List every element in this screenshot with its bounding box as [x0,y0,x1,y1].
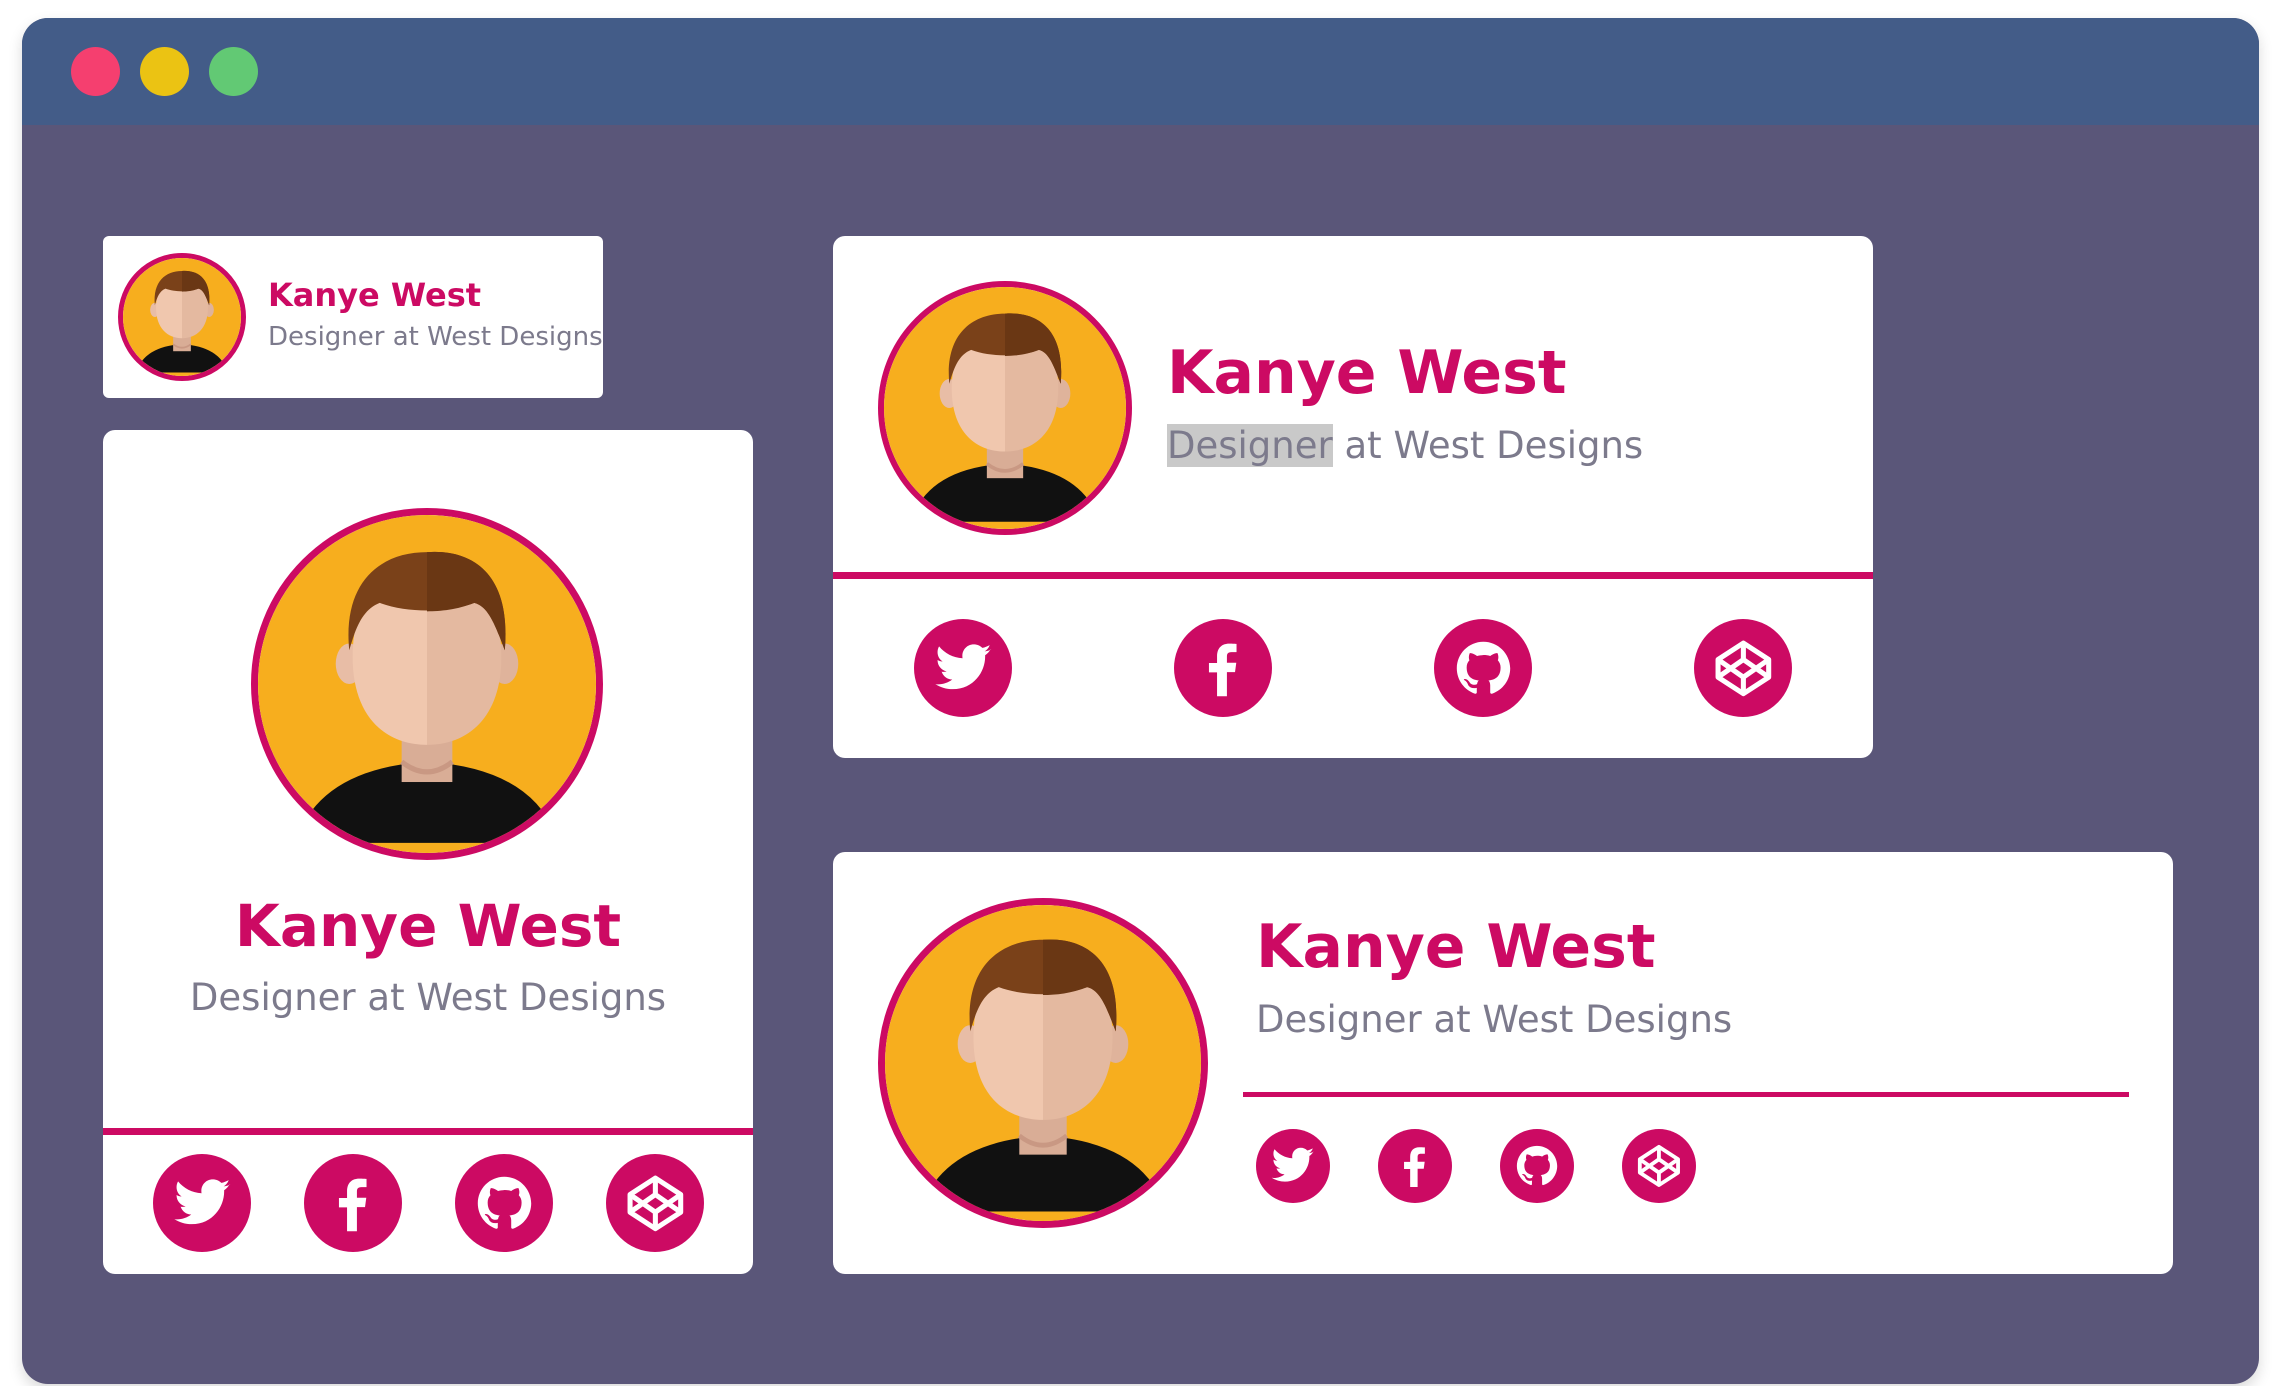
profile-name: Kanye West [268,276,482,314]
avatar-icon [123,258,241,376]
twitter-icon [1270,1143,1316,1189]
profile-card-small: Kanye West Designer at West Designs [103,236,603,398]
profile-role: Designer at West Designs [189,976,667,1019]
profile-name: Kanye West [1167,338,1567,408]
divider [833,572,1873,579]
divider [1243,1092,2129,1097]
twitter-link[interactable] [914,619,1012,717]
minimize-button[interactable] [140,47,189,96]
twitter-icon [172,1173,233,1234]
github-icon [1514,1143,1560,1189]
twitter-link[interactable] [153,1154,251,1252]
profile-role: Designer at West Designs [1167,424,1643,467]
facebook-icon [1193,638,1254,699]
codepen-icon [1713,638,1774,699]
profile-role: Designer at West Designs [268,322,603,352]
selected-text[interactable]: Designer [1167,424,1333,467]
facebook-link[interactable] [1174,619,1272,717]
profile-role: Designer at West Designs [1256,998,1733,1041]
avatar-icon [885,905,1201,1221]
codepen-link[interactable] [1694,619,1792,717]
facebook-link[interactable] [1378,1129,1452,1203]
codepen-link[interactable] [1622,1129,1696,1203]
avatar [878,898,1208,1228]
codepen-icon [625,1173,686,1234]
maximize-button[interactable] [209,47,258,96]
divider [103,1128,753,1135]
github-link[interactable] [1434,619,1532,717]
twitter-link[interactable] [1256,1129,1330,1203]
github-icon [1453,638,1514,699]
profile-card-wide: Kanye West Designer at West Designs [833,852,2173,1274]
facebook-link[interactable] [304,1154,402,1252]
twitter-icon [933,638,994,699]
avatar-icon [884,287,1126,529]
title-bar [22,18,2259,125]
close-button[interactable] [71,47,120,96]
profile-card-vertical: Kanye West Designer at West Designs [103,430,753,1274]
github-icon [474,1173,535,1234]
codepen-icon [1636,1143,1682,1189]
profile-name: Kanye West [234,892,622,960]
facebook-icon [323,1173,384,1234]
avatar-icon [258,515,596,853]
codepen-link[interactable] [606,1154,704,1252]
avatar [878,281,1132,535]
profile-name: Kanye West [1256,912,1656,982]
github-link[interactable] [1500,1129,1574,1203]
profile-card-horizontal: Kanye West Designer at West Designs [833,236,1873,758]
facebook-icon [1392,1143,1438,1189]
github-link[interactable] [455,1154,553,1252]
avatar [118,253,246,381]
role-text: at West Designs [1332,424,1644,467]
avatar [251,508,603,860]
